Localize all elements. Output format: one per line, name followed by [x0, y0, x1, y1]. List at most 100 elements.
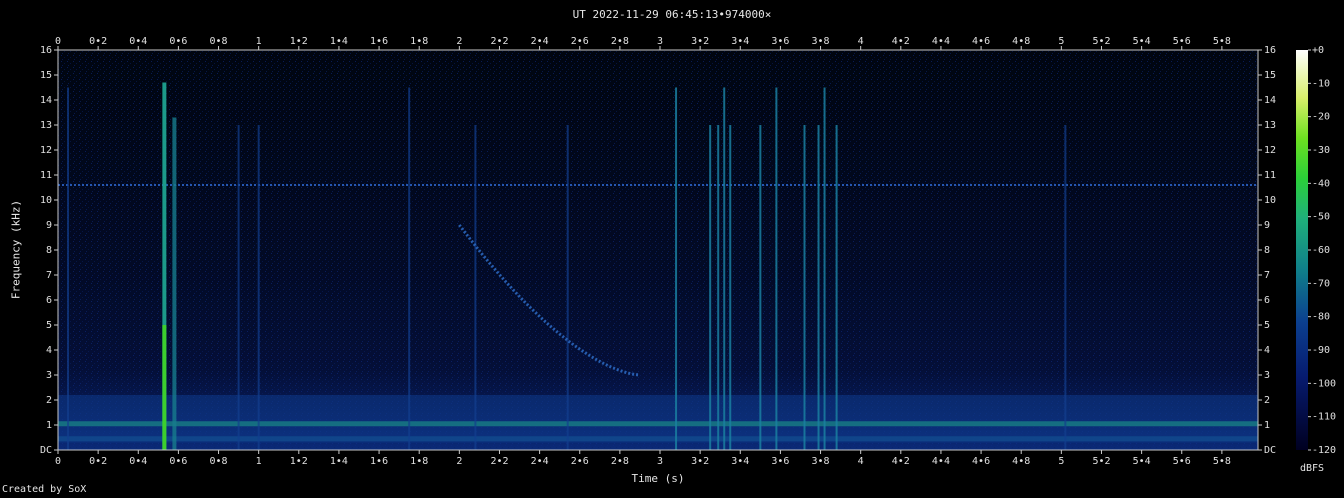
x-tick-label: 4•8	[1012, 36, 1030, 47]
x-axis-ticks-bottom: 0 0•2 0•4 0•6 0•8 1 1•2 1•4 1•6 1•8 2 2•2 2•4 2•6 2•8 3…	[55, 450, 1231, 467]
x-tick-label: 2•6	[571, 456, 589, 467]
impulse-line	[823, 87, 826, 450]
x-tick-label: 5•2	[1092, 456, 1110, 467]
impulse-line	[67, 87, 70, 450]
impulse-line	[817, 125, 820, 450]
y-tick-label: 14	[1264, 95, 1276, 106]
x-tick-label: 3•8	[812, 456, 830, 467]
y-tick-label: 10	[1264, 195, 1276, 206]
x-tick-label: 0	[55, 36, 61, 47]
impulse-line	[723, 87, 726, 450]
x-tick-label: 3•4	[731, 36, 749, 47]
x-tick-label: 4	[858, 36, 864, 47]
x-tick-label: 2•8	[611, 36, 629, 47]
x-tick-label: 4•8	[1012, 456, 1030, 467]
y-tick-label: 1	[1264, 420, 1270, 431]
impulse-line	[709, 125, 712, 450]
x-tick-label: 3	[657, 456, 663, 467]
x-tick-label: 5•6	[1173, 36, 1191, 47]
x-tick-label: 2•4	[531, 36, 549, 47]
x-tick-label: 0	[55, 456, 61, 467]
y-tick-label: 13	[40, 120, 52, 131]
x-tick-label: 4•4	[932, 456, 950, 467]
y-tick-label: 2	[46, 395, 52, 406]
y-tick-label: 11	[1264, 170, 1276, 181]
y-tick-label: DC	[40, 445, 52, 456]
y-tick-label: 10	[40, 195, 52, 206]
colorbar-tick-label: -100	[1312, 378, 1336, 389]
x-tick-label: 2•8	[611, 456, 629, 467]
x-tick-label: 5•8	[1213, 456, 1231, 467]
y-tick-label: 5	[1264, 320, 1270, 331]
impulse-line	[759, 125, 762, 450]
y-tick-label: 15	[1264, 70, 1276, 81]
y-tick-label: DC	[1264, 445, 1276, 456]
x-tick-label: 4•6	[972, 36, 990, 47]
x-tick-label: 0•6	[169, 456, 187, 467]
y-tick-label: 7	[46, 270, 52, 281]
x-tick-label: 1•2	[290, 456, 308, 467]
x-tick-label: 0•6	[169, 36, 187, 47]
x-tick-label: 4•6	[972, 456, 990, 467]
x-tick-label: 0•4	[129, 36, 147, 47]
x-tick-label: 1•6	[370, 36, 388, 47]
y-tick-label: 12	[40, 145, 52, 156]
y-tick-label: 7	[1264, 270, 1270, 281]
colorbar-tick-label: -120	[1312, 445, 1336, 456]
y-tick-label: 13	[1264, 120, 1276, 131]
y-tick-label: 8	[46, 245, 52, 256]
x-tick-label: 2	[456, 456, 462, 467]
colorbar: +0 -10 -20 -30 -40 -50 -60 -70 -80 -90 -100 -110 -12…	[1296, 45, 1336, 456]
x-tick-label: 4•4	[932, 36, 950, 47]
impulse-line	[1064, 125, 1067, 450]
spectrogram-chart: 0 0•2 0•4 0•6 0•8 1 1•2 1•4 1•6 1•8 2 2•2 2•4 2•6 2•8 3…	[40, 36, 1336, 467]
x-tick-label: 3•6	[771, 456, 789, 467]
x-tick-label: 5•6	[1173, 456, 1191, 467]
y-tick-label: 12	[1264, 145, 1276, 156]
colorbar-tick-label: -50	[1312, 212, 1330, 223]
x-tick-label: 2•2	[490, 456, 508, 467]
colorbar-tick-label: -70	[1312, 278, 1330, 289]
x-tick-label: 1•4	[330, 36, 348, 47]
colorbar-gradient	[1296, 50, 1308, 450]
x-tick-label: 1	[256, 456, 262, 467]
x-tick-label: 2	[456, 36, 462, 47]
x-tick-label: 3•4	[731, 456, 749, 467]
y-tick-label: 2	[1264, 395, 1270, 406]
y-tick-label: 15	[40, 70, 52, 81]
x-tick-label: 0•8	[210, 36, 228, 47]
x-tick-label: 0•4	[129, 456, 147, 467]
x-tick-label: 4	[858, 456, 864, 467]
x-tick-label: 1•8	[410, 456, 428, 467]
y-axis-ticks-left: DC12345678910111213141516	[40, 45, 58, 456]
y-tick-label: 3	[1264, 370, 1270, 381]
impulse-line	[775, 87, 778, 450]
y-tick-label: 16	[40, 45, 52, 56]
x-tick-label: 4•2	[892, 36, 910, 47]
x-tick-label: 3•2	[691, 456, 709, 467]
x-tick-label: 5	[1058, 36, 1064, 47]
x-tick-label: 0•2	[89, 456, 107, 467]
colorbar-tick-label: -110	[1312, 412, 1336, 423]
impulse-line	[474, 125, 477, 450]
impulse-line	[803, 125, 806, 450]
x-tick-label: 2•6	[571, 36, 589, 47]
x-tick-label: 2•4	[531, 456, 549, 467]
y-tick-label: 14	[40, 95, 52, 106]
spectrogram-plot-area	[57, 49, 1259, 451]
impulse-line	[717, 125, 720, 450]
x-tick-label: 1•4	[330, 456, 348, 467]
x-tick-label: 5	[1058, 456, 1064, 467]
impulse-line	[675, 87, 678, 450]
y-axis-ticks-right: DC12345678910111213141516	[1258, 45, 1276, 456]
x-tick-label: 0•8	[210, 456, 228, 467]
impulse-line	[257, 125, 260, 450]
x-tick-label: 3	[657, 36, 663, 47]
x-tick-label: 5•4	[1133, 456, 1151, 467]
impulse-line	[237, 125, 240, 450]
impulse-line	[566, 125, 569, 450]
y-tick-label: 3	[46, 370, 52, 381]
x-tick-label: 5•8	[1213, 36, 1231, 47]
y-tick-label: 4	[1264, 345, 1270, 356]
colorbar-tick-label: -20	[1312, 112, 1330, 123]
